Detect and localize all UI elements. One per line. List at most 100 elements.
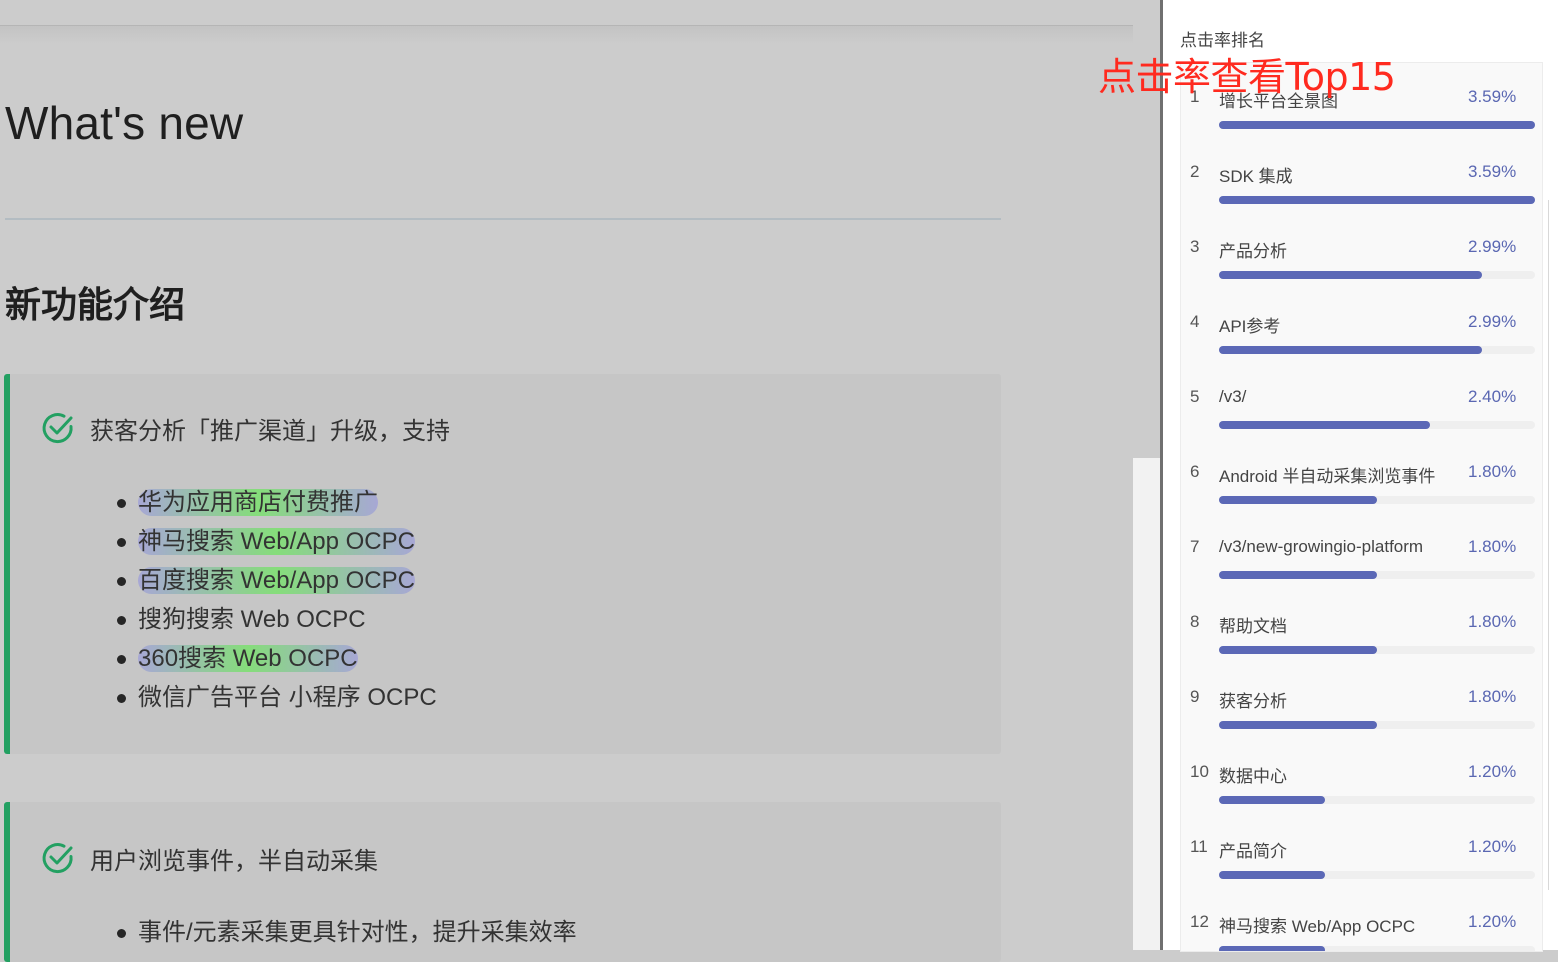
list-item-text: 华为应用商店付费推广 xyxy=(138,489,378,516)
overlay-annotation: 点击率查看Top15 xyxy=(1098,55,1396,99)
rank-percent: 1.80% xyxy=(1468,612,1517,631)
check-circle-icon xyxy=(40,410,76,446)
feature-card-acquisition: 获客分析「推广渠道」升级，支持 华为应用商店付费推广 神马搜索 Web/App … xyxy=(4,374,1001,754)
card-title-text: 获客分析「推广渠道」升级，支持 xyxy=(90,417,450,445)
rank-page-name[interactable]: API参考 xyxy=(1219,312,1280,337)
card-header: 获客分析「推广渠道」升级，支持 xyxy=(40,410,450,446)
card-title: 用户浏览事件，半自动采集 xyxy=(90,847,378,875)
ranking-item[interactable]: 3 产品分析 2.99% xyxy=(1181,221,1542,296)
rank-page-name[interactable]: /v3/ xyxy=(1219,387,1246,407)
background-panel xyxy=(1133,458,1160,950)
rank-number: 12 xyxy=(1190,912,1209,931)
rank-number: 2 xyxy=(1190,162,1200,181)
ranking-item[interactable]: 6 Android 半自动采集浏览事件 1.80% xyxy=(1181,446,1542,521)
section-heading: 新功能介绍 xyxy=(5,284,186,325)
ranking-item[interactable]: 11 产品简介 1.20% xyxy=(1181,821,1542,896)
rank-bar-track xyxy=(1219,646,1535,654)
rank-bar-fill xyxy=(1219,196,1535,204)
rank-percent: 3.59% xyxy=(1468,162,1517,181)
rank-bar-fill xyxy=(1219,796,1325,804)
rank-bar-fill xyxy=(1219,496,1378,504)
rank-number: 10 xyxy=(1190,762,1209,781)
rank-page-name[interactable]: 神马搜索 Web/App OCPC xyxy=(1219,912,1415,937)
rank-bar-fill xyxy=(1219,871,1325,879)
list-item-text: 搜狗搜索 Web OCPC xyxy=(138,606,366,633)
rank-bar-fill xyxy=(1219,346,1483,354)
list-item: 事件/元素采集更具针对性，提升采集效率 xyxy=(113,917,577,956)
ranking-item[interactable]: 7/v3/new-growingio-platform 1.80% xyxy=(1181,521,1542,596)
rank-bar-track xyxy=(1219,721,1535,729)
rank-page-name[interactable]: 产品简介 xyxy=(1219,837,1287,862)
rank-percent: 1.20% xyxy=(1468,912,1517,931)
rank-percent: 3.59% xyxy=(1468,87,1517,106)
rank-percent: 1.20% xyxy=(1468,837,1517,856)
ranking-item[interactable]: 8 帮助文档 1.80% xyxy=(1181,596,1542,671)
rank-percent: 1.20% xyxy=(1468,762,1517,781)
rank-number: 5 xyxy=(1190,387,1200,406)
feature-card-browse-events: 用户浏览事件，半自动采集 事件/元素采集更具针对性，提升采集效率 xyxy=(4,802,1001,962)
rank-bar-fill xyxy=(1219,421,1431,429)
ranking-list[interactable]: 1 增长平台全景图 3.59% 2 SDK 集成 3.59% 3 产品分析 2.99% 4 API参… xyxy=(1180,62,1543,952)
rank-bar-track xyxy=(1219,946,1535,951)
ranking-item[interactable]: 12 神马搜索 Web/App OCPC 1.20% xyxy=(1181,896,1542,951)
page-title: What's new xyxy=(5,97,244,149)
rank-page-name[interactable]: 产品分析 xyxy=(1219,237,1287,262)
list-item: 神马搜索 Web/App OCPC xyxy=(113,526,437,565)
ranking-item[interactable]: 2 SDK 集成 3.59% xyxy=(1181,146,1542,221)
feature-list: 事件/元素采集更具针对性，提升采集效率 xyxy=(113,917,577,956)
rank-number: 8 xyxy=(1190,612,1200,631)
rank-bar-fill xyxy=(1219,121,1535,129)
rank-page-name[interactable]: /v3/new-growingio-platform xyxy=(1219,537,1423,557)
ranking-item[interactable]: 9 获客分析 1.80% xyxy=(1181,671,1542,746)
list-item-text: 神马搜索 Web/App OCPC xyxy=(138,528,415,555)
rank-bar-fill xyxy=(1219,646,1378,654)
rank-bar-track xyxy=(1219,196,1535,204)
rank-number: 7 xyxy=(1190,537,1200,556)
rank-percent: 1.80% xyxy=(1468,687,1517,706)
ranking-item[interactable]: 5/v3/2.40% xyxy=(1181,371,1542,446)
check-circle-icon xyxy=(40,840,76,876)
title-divider xyxy=(5,218,1001,220)
scrollbar[interactable] xyxy=(1548,200,1557,890)
rank-number: 6 xyxy=(1190,462,1200,481)
click-rate-panel: 点击率排名 1 增长平台全景图 3.59% 2 SDK 集成 3.59% 3 产品分析 2.99… xyxy=(1160,0,1558,952)
rank-bar-track xyxy=(1219,271,1535,279)
rank-percent: 2.99% xyxy=(1468,312,1517,331)
rank-percent: 2.40% xyxy=(1468,387,1517,406)
list-item-text: 微信广告平台 小程序 OCPC xyxy=(138,684,437,711)
card-title: 获客分析「推广渠道」升级，支持 xyxy=(90,411,450,446)
list-item-text: 360搜索 Web OCPC xyxy=(138,645,358,672)
list-item: 华为应用商店付费推广 xyxy=(113,487,437,526)
rank-page-name[interactable]: Android 半自动采集浏览事件 xyxy=(1219,462,1435,487)
feature-list: 华为应用商店付费推广 神马搜索 Web/App OCPC 百度搜索 Web/Ap… xyxy=(113,487,437,721)
rank-page-name[interactable]: 数据中心 xyxy=(1219,762,1287,787)
rank-bar-track xyxy=(1219,796,1535,804)
list-item: 微信广告平台 小程序 OCPC xyxy=(113,682,437,721)
rank-bar-fill xyxy=(1219,271,1483,279)
rank-number: 9 xyxy=(1190,687,1200,706)
rank-bar-track xyxy=(1219,871,1535,879)
rank-page-name[interactable]: 获客分析 xyxy=(1219,687,1287,712)
ranking-item[interactable]: 10 数据中心 1.20% xyxy=(1181,746,1542,821)
list-item: 搜狗搜索 Web OCPC xyxy=(113,604,437,643)
ranking-item[interactable]: 4 API参考 2.99% xyxy=(1181,296,1542,371)
rank-bar-fill xyxy=(1219,571,1378,579)
rank-bar-track xyxy=(1219,421,1535,429)
rank-percent: 1.80% xyxy=(1468,537,1517,556)
rank-percent: 2.99% xyxy=(1468,237,1517,256)
list-item: 360搜索 Web OCPC xyxy=(113,643,437,682)
card-header: 用户浏览事件，半自动采集 xyxy=(40,840,378,876)
rank-number: 3 xyxy=(1190,237,1200,256)
rank-bar-fill xyxy=(1219,946,1325,951)
list-item-text: 事件/元素采集更具针对性，提升采集效率 xyxy=(138,919,577,946)
rank-number: 11 xyxy=(1190,837,1208,856)
rank-bar-track xyxy=(1219,571,1535,579)
rank-bar-track xyxy=(1219,121,1535,129)
rank-number: 4 xyxy=(1190,312,1200,331)
list-item: 百度搜索 Web/App OCPC xyxy=(113,565,437,604)
rank-page-name[interactable]: SDK 集成 xyxy=(1219,162,1293,187)
rank-percent: 1.80% xyxy=(1468,462,1517,481)
rank-page-name[interactable]: 帮助文档 xyxy=(1219,612,1287,637)
rank-bar-track xyxy=(1219,496,1535,504)
list-item-text: 百度搜索 Web/App OCPC xyxy=(138,567,415,594)
